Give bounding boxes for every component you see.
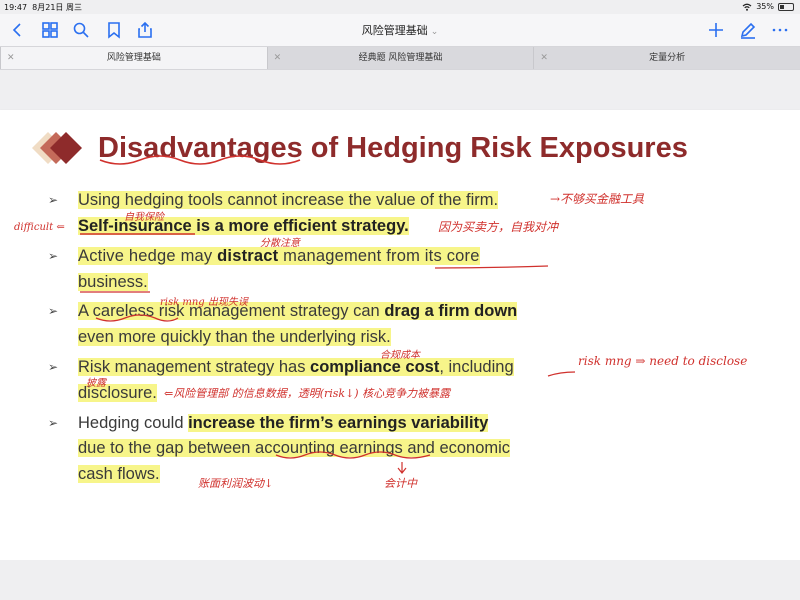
bullet-2-pre: Active hedge may [78,247,218,265]
down-arrow-icon [397,462,407,474]
document-title[interactable]: 风险管理基础 ⌄ [0,22,800,38]
bullet-4-line-1: Risk management strategy has compliance … [78,357,514,377]
bullet-5-line-1: Hedging could increase the firm’s earnin… [78,413,489,433]
close-icon[interactable]: ✕ [540,47,548,69]
tab-classic-questions[interactable]: ✕ 经典题 风险管理基础 [266,47,534,69]
chevron-down-icon: ⌄ [430,27,439,37]
close-icon[interactable]: ✕ [274,47,282,69]
link-stroke [547,371,576,377]
ink-note-10: ⇐风险管理部 的信息数据，透明(risk↓) 核心竞争力被暴露 [164,387,451,400]
tab-bar: ✕ 风险管理基础 ✕ 经典题 风险管理基础 ✕ 定量分析 [0,46,800,70]
bullet-2-bold: distract [217,247,279,265]
core-underline [434,265,549,269]
close-icon[interactable]: ✕ [7,47,15,69]
ink-note-11: 账面利润波动↓ [198,477,274,490]
page-gap [0,70,800,110]
wifi-icon [742,3,752,11]
bullet-4-pre: Risk management strategy has [78,358,311,376]
ink-note-12: 会计中 [384,477,417,490]
ink-note-6: risk mng 出现失误 [160,297,248,308]
status-date: 8月21日 周三 [32,3,82,12]
ink-note-2: 自我保险 [124,212,164,223]
bullet-1-text: Using hedging tools cannot increase the … [78,191,499,209]
bullet-4-post: , including [439,358,514,376]
bullet-5-line-2: due to the gap between accounting earnin… [78,438,511,458]
battery-icon [778,2,794,11]
bullet-arrow-icon: ➢ [48,304,59,318]
bullet-3-cont: even more quickly than the underlying ri… [78,328,391,346]
status-right: 35% [742,2,794,11]
bullet-arrow-icon: ➢ [48,416,59,430]
slide-page[interactable]: Disadvantages of Hedging Risk Exposures … [0,110,800,560]
ink-note-9: 披露 [86,378,106,389]
bullet-1-line: Using hedging tools cannot increase the … [78,190,499,210]
bullet-5-cont-2: cash flows. [78,465,160,483]
ink-note-1: →不够买金融工具 [550,192,645,206]
bullet-5-pre: Hedging could [78,414,189,432]
ink-note-7: 合规成本 [380,350,420,361]
tab-quant-analysis[interactable]: ✕ 定量分析 [533,47,800,69]
bullet-3-line-2: even more quickly than the underlying ri… [78,327,391,347]
tab-label: 定量分析 [649,53,686,63]
bullet-5-line-3: cash flows. [78,464,160,484]
bullet-3-bold: drag a firm down [384,302,518,320]
ink-note-4: 因为买卖方，自我对冲 [438,220,559,234]
status-time-date: 19:47 8月21日 周三 [4,2,82,13]
bullet-2-post: management from its core [278,247,480,265]
bullet-3-line-1: A careless risk management strategy can … [78,301,518,321]
ink-note-5: 分散注意 [260,238,300,249]
ink-note-3: difficult ⇐ [14,222,65,233]
bullet-5-bold: increase the firm’s earnings variability [188,414,489,432]
tab-risk-basics[interactable]: ✕ 风险管理基础 [0,47,267,69]
diamond-logo-icon [32,132,82,164]
bullet-arrow-icon: ➢ [48,193,59,207]
tab-label: 风险管理基础 [106,53,161,63]
bullet-arrow-icon: ➢ [48,360,59,374]
bullet-2-cont: business. [78,273,148,291]
ink-note-8: risk mng ⇒ need to disclose [578,354,748,368]
slide-title: Disadvantages of Hedging Risk Exposures [98,132,688,164]
bullet-5-cont: due to the gap between accounting earnin… [78,439,511,457]
bullet-arrow-icon: ➢ [48,249,59,263]
battery-percent: 35% [756,2,774,11]
document-title-text: 风险管理基础 [361,24,428,37]
status-bar: 19:47 8月21日 周三 35% [0,0,800,13]
bullet-2-line-1: Active hedge may distract management fro… [78,246,480,266]
bullet-2-line-2: business. [78,272,148,292]
tab-label: 经典题 风险管理基础 [358,53,443,63]
status-time: 19:47 [4,3,28,12]
page-bottom-gap [0,560,800,600]
